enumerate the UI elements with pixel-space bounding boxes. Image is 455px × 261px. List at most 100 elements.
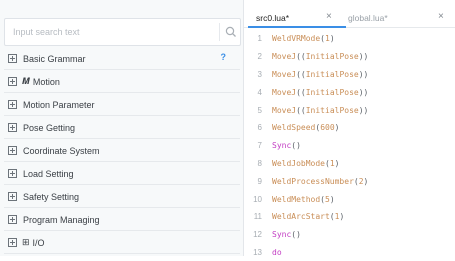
code-token: Sync xyxy=(272,141,292,151)
code-token: (( xyxy=(296,52,306,62)
search-input[interactable] xyxy=(5,19,223,45)
code-text: MoveJ((InitialPose)) xyxy=(272,70,368,79)
code-token: ) xyxy=(329,194,335,204)
code-token: MoveJ xyxy=(272,105,297,115)
code-line[interactable]: 7 Sync() xyxy=(244,137,455,155)
category-load-setting[interactable]: Load Setting xyxy=(4,163,240,185)
code-text: WeldArcStart(1) xyxy=(272,212,344,221)
code-text: WeldJobMode(1) xyxy=(272,159,339,168)
code-line[interactable]: 13 do xyxy=(244,244,455,261)
code-text: WeldMethod(5) xyxy=(272,195,335,204)
category-label: Motion xyxy=(32,76,60,87)
motion-icon: 𝑴 xyxy=(22,76,30,86)
expand-icon[interactable] xyxy=(8,123,17,132)
category-motion-parameter[interactable]: Motion Parameter xyxy=(4,94,240,116)
expand-icon[interactable] xyxy=(8,215,17,224)
code-token: WeldJobMode xyxy=(272,158,325,168)
code-line[interactable]: 3 MoveJ((InitialPose)) xyxy=(244,66,455,84)
editor-tab-bar: src0.lua* × global.lua* × xyxy=(244,8,455,28)
code-token: )) xyxy=(358,105,369,115)
category-label: Coordinate System xyxy=(23,145,100,156)
close-icon[interactable]: × xyxy=(326,11,332,22)
tab-label: src0.lua* xyxy=(256,12,290,23)
code-token: (( xyxy=(296,69,306,79)
search-divider xyxy=(219,23,220,41)
line-number: 1 xyxy=(257,34,262,44)
code-line[interactable]: 2 MoveJ((InitialPose)) xyxy=(244,48,455,66)
category-io[interactable]: ⊞ I/O xyxy=(4,232,240,254)
code-token: MoveJ xyxy=(272,87,297,97)
category-coordinate-system[interactable]: Coordinate System xyxy=(4,140,240,162)
code-line[interactable]: 11 WeldArcStart(1) xyxy=(244,208,455,226)
code-text: MoveJ((InitialPose)) xyxy=(272,106,368,115)
code-line[interactable]: 8 WeldJobMode(1) xyxy=(244,155,455,173)
category-label: Pose Getting xyxy=(23,122,76,133)
code-area[interactable]: 1 WeldVRMode(1) 2 MoveJ((InitialPose)) 3 Move… xyxy=(244,30,455,261)
category-label: I/O xyxy=(32,237,45,248)
code-token: () xyxy=(291,141,301,151)
code-token: (( xyxy=(296,105,306,115)
code-line[interactable]: 12 Sync() xyxy=(244,226,455,244)
code-token: Sync xyxy=(272,230,292,240)
category-basic-grammar[interactable]: Basic Grammar ? xyxy=(4,48,240,70)
category-label: Load Setting xyxy=(23,168,74,179)
line-number: 7 xyxy=(257,141,262,151)
code-line[interactable]: 6 WeldSpeed(600) xyxy=(244,119,455,137)
code-token: WeldSpeed xyxy=(272,123,316,133)
code-text: Sync() xyxy=(272,141,301,150)
line-number: 8 xyxy=(257,158,262,168)
category-program-managing[interactable]: Program Managing xyxy=(4,209,240,231)
code-token: InitialPose xyxy=(305,69,359,79)
help-icon[interactable]: ? xyxy=(221,52,227,62)
expand-icon[interactable] xyxy=(8,54,17,63)
code-token: ) xyxy=(329,34,335,44)
code-token: 600 xyxy=(320,123,335,133)
code-token: InitialPose xyxy=(305,52,359,62)
line-number: 6 xyxy=(257,123,262,133)
line-number: 10 xyxy=(253,194,262,204)
category-pose-getting[interactable]: Pose Getting xyxy=(4,117,240,139)
code-token: WeldProcessNumber xyxy=(272,176,354,186)
code-line[interactable]: 9 WeldProcessNumber(2) xyxy=(244,172,455,190)
code-token: WeldArcStart xyxy=(272,212,330,222)
line-number: 9 xyxy=(257,176,262,186)
code-text: MoveJ((InitialPose)) xyxy=(272,88,368,97)
line-number: 5 xyxy=(257,105,262,115)
line-number: 3 xyxy=(257,69,262,79)
line-number: 2 xyxy=(257,52,262,62)
code-line[interactable]: 1 WeldVRMode(1) xyxy=(244,30,455,48)
code-token: )) xyxy=(358,69,369,79)
category-safety-setting[interactable]: Safety Setting xyxy=(4,186,240,208)
category-motion[interactable]: 𝑴 Motion xyxy=(4,71,240,93)
category-label: Program Managing xyxy=(23,214,100,225)
code-text: WeldProcessNumber(2) xyxy=(272,177,368,186)
tab-global-lua[interactable]: global.lua* × xyxy=(348,8,452,27)
line-number: 4 xyxy=(257,87,262,97)
code-text: WeldVRMode(1) xyxy=(272,34,335,43)
category-label: Basic Grammar xyxy=(23,53,86,64)
expand-icon[interactable] xyxy=(8,238,17,247)
search-icon[interactable] xyxy=(224,25,238,39)
code-editor: src0.lua* × global.lua* × 1 WeldVRMode(1)… xyxy=(244,0,455,257)
code-line[interactable]: 10 WeldMethod(5) xyxy=(244,190,455,208)
line-number: 11 xyxy=(253,212,262,222)
code-line[interactable]: 5 MoveJ((InitialPose)) xyxy=(244,101,455,119)
code-token: WeldMethod xyxy=(272,194,321,204)
code-token: MoveJ xyxy=(272,69,297,79)
code-token: InitialPose xyxy=(305,87,359,97)
code-token: MoveJ xyxy=(272,52,297,62)
io-icon: ⊞ xyxy=(22,237,30,247)
tab-src0-lua[interactable]: src0.lua* × xyxy=(256,8,350,27)
expand-icon[interactable] xyxy=(8,77,17,86)
expand-icon[interactable] xyxy=(8,146,17,155)
code-line[interactable]: 4 MoveJ((InitialPose)) xyxy=(244,83,455,101)
command-panel: Basic Grammar ? 𝑴 Motion Motion Paramete… xyxy=(0,0,244,256)
code-token: ) xyxy=(334,158,340,168)
code-token: (( xyxy=(296,87,306,97)
expand-icon[interactable] xyxy=(8,100,17,109)
code-token: () xyxy=(291,230,301,240)
close-icon[interactable]: × xyxy=(438,11,444,22)
expand-icon[interactable] xyxy=(8,169,17,178)
code-text: WeldSpeed(600) xyxy=(272,123,339,132)
expand-icon[interactable] xyxy=(8,192,17,201)
